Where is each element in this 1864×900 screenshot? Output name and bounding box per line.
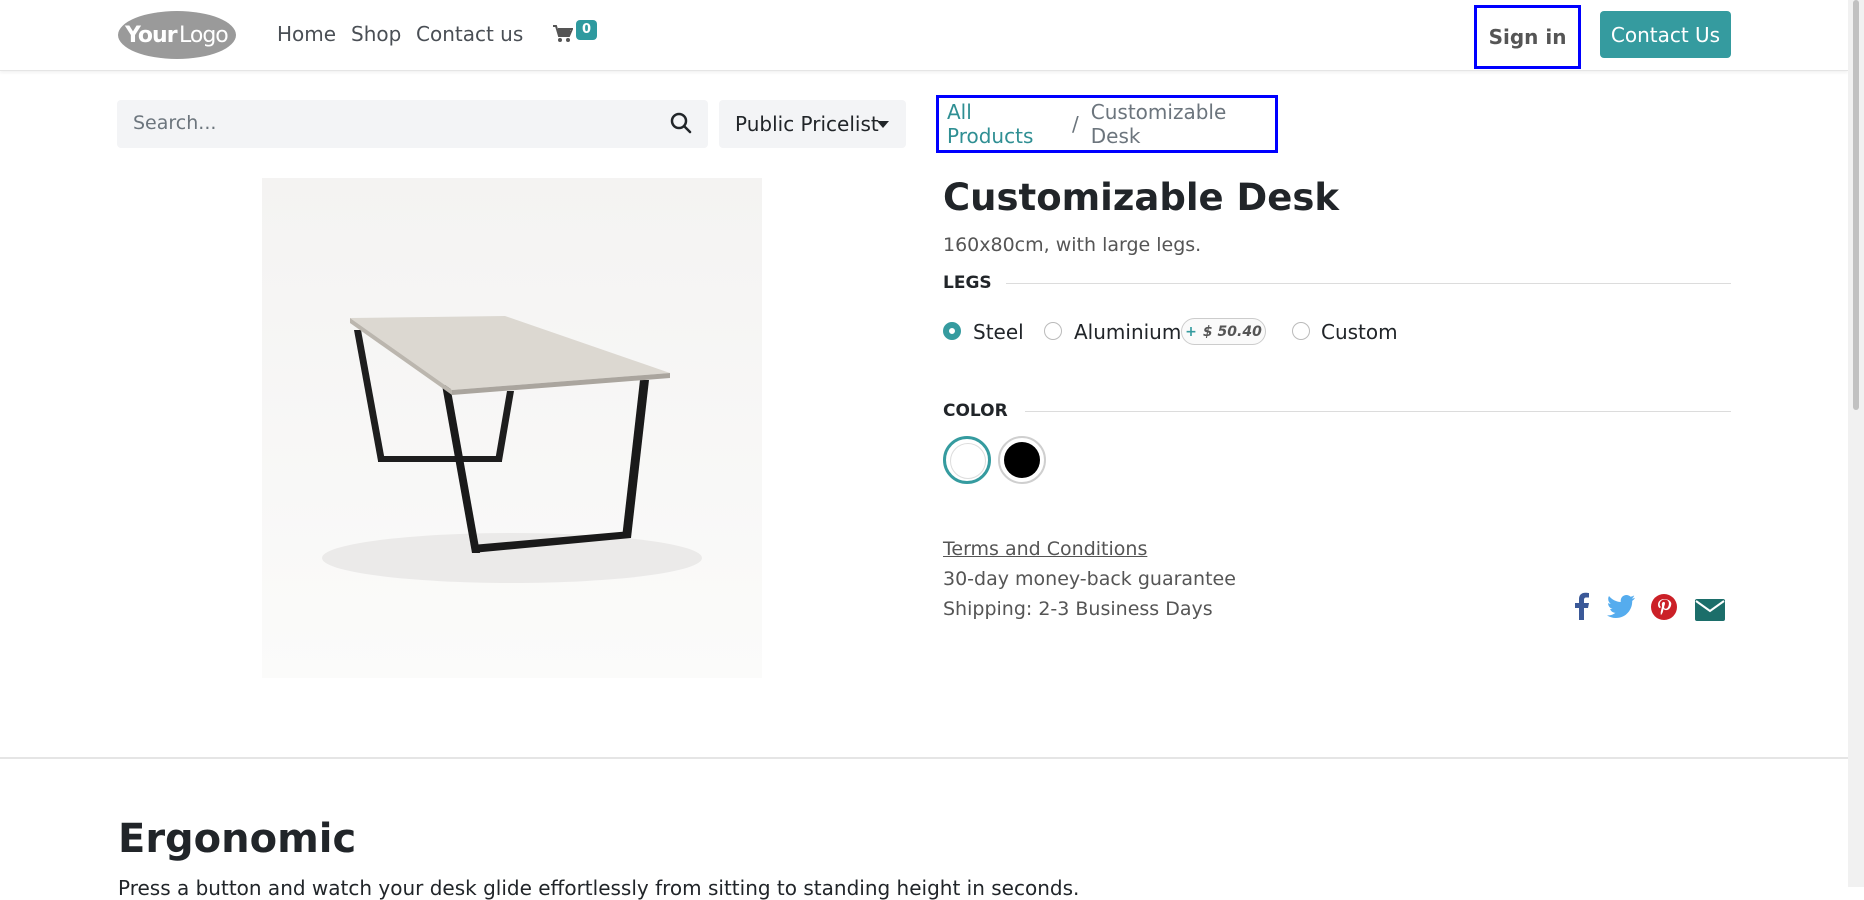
search-icon[interactable] [670,112,692,134]
nav-shop[interactable]: Shop [351,22,401,46]
legs-custom-label[interactable]: Custom [1321,320,1398,344]
section-divider [0,757,1848,759]
aluminium-extra-price: $ 50.40 [1202,323,1262,340]
company-logo[interactable]: Your Logo [117,10,237,60]
facebook-icon[interactable] [1574,592,1590,620]
shipping-text: Shipping: 2-3 Business Days [943,598,1213,620]
nav-contact-us[interactable]: Contact us [416,22,523,46]
scrollbar-thumb[interactable] [1853,0,1859,410]
color-swatch-white[interactable] [943,436,991,484]
legs-attribute-label: LEGS [943,273,992,293]
breadcrumb: All Products / Customizable Desk [936,95,1278,153]
legs-divider [1006,283,1731,284]
color-divider [1025,411,1731,412]
legs-steel-label[interactable]: Steel [973,320,1024,344]
top-navbar: Your Logo Home Shop Contact us 0 Sign in… [0,0,1848,71]
terms-and-conditions-link[interactable]: Terms and Conditions [943,538,1147,560]
aluminium-extra-price-badge: + $ 50.40 [1181,318,1266,345]
breadcrumb-all-products[interactable]: All Products [947,100,1060,148]
product-image[interactable] [262,178,762,678]
cart-button[interactable]: 0 [551,20,601,50]
pricelist-selected: Public Pricelist [735,112,879,136]
sign-in-link[interactable]: Sign in [1474,5,1581,69]
plus-icon: + [1185,323,1197,340]
product-title: Customizable Desk [943,176,1339,219]
contact-us-button[interactable]: Contact Us [1600,11,1731,58]
chevron-down-icon [877,121,889,128]
section-title-ergonomic: Ergonomic [118,816,357,862]
legs-steel-radio[interactable] [943,322,961,340]
search-input[interactable]: Search... [133,112,216,134]
breadcrumb-current: Customizable Desk [1090,100,1227,148]
desk-image [262,178,762,678]
email-icon[interactable] [1695,597,1725,621]
twitter-icon[interactable] [1607,595,1635,618]
search-bar[interactable]: Search... [117,100,708,148]
svg-text:Your: Your [124,23,178,48]
shopping-cart-icon [553,25,573,42]
cart-count-badge: 0 [576,20,598,40]
legs-aluminium-radio[interactable] [1044,322,1062,340]
legs-custom-radio[interactable] [1292,322,1310,340]
color-attribute-label: COLOR [943,401,1008,421]
color-swatch-black[interactable] [998,436,1046,484]
section-text: Press a button and watch your desk glide… [118,876,1080,900]
product-description: 160x80cm, with large legs. [943,234,1202,256]
guarantee-text: 30-day money-back guarantee [943,568,1236,590]
nav-home[interactable]: Home [277,22,336,46]
pinterest-icon[interactable] [1651,594,1677,620]
pricelist-dropdown[interactable]: Public Pricelist [719,100,906,148]
svg-text:Logo: Logo [179,23,228,48]
breadcrumb-separator: / [1072,112,1079,136]
legs-aluminium-label[interactable]: Aluminium [1074,320,1181,344]
